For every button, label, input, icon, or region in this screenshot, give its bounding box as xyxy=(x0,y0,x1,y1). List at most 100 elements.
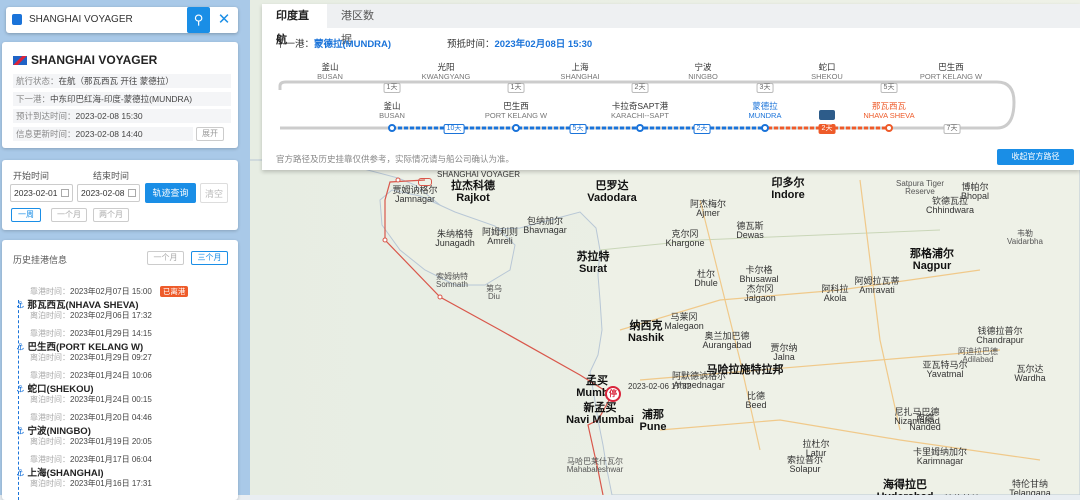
map-place-label: 阿姆利则 Amreli xyxy=(481,227,519,247)
arrive-time: 靠港时间：2023年01月29日 14:15 xyxy=(30,329,152,338)
route-days-badge: 1天 xyxy=(507,83,525,93)
route-bottom-port: 巴生西 PORT KELANG W xyxy=(484,101,548,121)
ship-position-icon xyxy=(819,110,835,120)
map-place-label: 比德 Beed xyxy=(745,391,767,411)
ship-info-card: SHANGHAI VOYAGER 航行状态：在航（那瓦西瓦 开往 蒙德拉） 下一… xyxy=(2,42,238,148)
map-place-label: 阿杰梅尔 Ajmer xyxy=(689,199,727,219)
route-bottom-port: 卡拉奇SAPT港 KARACHI--SAPT xyxy=(611,101,669,121)
map-place-label: 索姆纳特 Somnath xyxy=(435,272,469,290)
route-top-port: 巴生西 PORT KELANG W xyxy=(919,62,983,82)
map-place-label: Satpura Tiger Reserve xyxy=(895,179,945,197)
map-place-label: 朱纳格特 Junagadh xyxy=(435,229,475,249)
map-place-label: 杰尔冈 Jalgaon xyxy=(744,284,776,304)
history-port-name: ⚓ 蛇口(SHEKOU) xyxy=(16,384,94,395)
depart-time: 离泊时间：2023年01月24日 00:15 xyxy=(30,395,152,404)
route-days-badge: 2天 xyxy=(631,83,649,93)
ship-map-icon[interactable] xyxy=(418,178,432,186)
tab-port-data[interactable]: 港区数据 xyxy=(327,4,392,46)
map-place-label: 卡尔格 Bhusawal xyxy=(739,265,779,285)
map-place-label: 浦那 Pune xyxy=(639,409,667,433)
map-place-label: 韦勒 Vaidarbha xyxy=(1007,229,1043,247)
calendar-icon xyxy=(61,189,69,197)
route-footnote: 官方路径及历史挂靠仅供参考，实际情况请与船公司确认为准。 xyxy=(276,154,515,164)
map-place-label: 包纳加尔 Bhavnagar xyxy=(523,216,567,236)
ship-name: SHANGHAI VOYAGER xyxy=(31,53,158,67)
route-top-port: 宁波 NINGBO xyxy=(688,62,718,82)
collect-official-route-button[interactable]: 收起官方路径 xyxy=(997,149,1074,165)
arrive-time: 靠港时间：2023年01月24日 10:06 xyxy=(30,371,152,380)
arrive-time: 靠港时间：2023年01月20日 04:46 xyxy=(30,413,152,422)
history-list-item[interactable]: 靠港时间：2023年01月20日 04:46 ⚓ 宁波(NINGBO) 离泊时间：20… xyxy=(13,412,233,447)
map-place-label: 钦德瓦拉 Chhindwara xyxy=(925,196,975,216)
map-place-label: 马哈拉施特拉邦 xyxy=(706,364,784,376)
route-panel: 印度直航 港区数据 下一港：蒙德拉(MUNDRA) 预抵时间：2023年02月0… xyxy=(262,4,1080,170)
history-range-month-button[interactable]: 一个月 xyxy=(147,251,184,265)
route-days-badge: 1天 xyxy=(383,83,401,93)
route-port-dot[interactable] xyxy=(636,124,644,132)
next-port-row: 下一港：中东印巴红海-印度-蒙德拉(MUNDRA) xyxy=(13,92,231,106)
map-place-label: 贾姆讷格尔 Jamnagar xyxy=(392,185,438,205)
history-list-item[interactable]: 靠港时间：2023年01月29日 14:15 ⚓ 巴生西(PORT KELANG W… xyxy=(13,328,233,363)
route-top-port: 釜山 BUSAN xyxy=(317,62,343,82)
route-port-dot[interactable] xyxy=(388,124,396,132)
map-place-label: 德瓦斯 Dewas xyxy=(736,221,764,241)
start-time-label: 开始时间 xyxy=(13,171,50,181)
history-port-name: ⚓ 上海(SHANGHAI) xyxy=(16,468,104,479)
map-place-label: 马哈巴莱什瓦尔 Mahabaleshwar xyxy=(566,457,624,475)
route-top-port: 蛇口 SHEKOU xyxy=(811,62,843,82)
map-place-label: 特伦甘纳 Telangana xyxy=(1009,479,1051,495)
route-bottom-port: 那瓦西瓦 NHAVA SHEVA xyxy=(863,101,915,121)
depart-time: 离泊时间：2023年02月06日 17:32 xyxy=(30,311,152,320)
map-place-label: 第乌 Diu xyxy=(486,284,502,302)
search-input[interactable]: SHANGHAI VOYAGER xyxy=(29,14,133,25)
map-place-label: 新孟买 Navi Mumbai xyxy=(566,402,634,426)
close-icon: ✕ xyxy=(217,11,231,28)
route-days-badge: 3天 xyxy=(756,83,774,93)
clear-button[interactable]: 清空 xyxy=(200,183,228,203)
history-range-three-month-button[interactable]: 三个月 xyxy=(191,251,228,265)
eta-row: 预计到达时间：2023-02-08 15:30 xyxy=(13,109,231,123)
route-days-badge: 5天 xyxy=(880,83,898,93)
track-query-button[interactable]: 轨迹查询 xyxy=(145,183,196,203)
map-place-label: 阿科拉 Akola xyxy=(821,284,849,304)
history-list-item[interactable]: 靠港时间：2023年02月07日 15:00 已离港 ⚓ 那瓦西瓦(NHAVA SHE… xyxy=(13,286,233,321)
depart-time: 离泊时间：2023年01月16日 17:31 xyxy=(30,479,152,488)
range-month-button[interactable]: 一个月 xyxy=(51,208,87,222)
updated-row: 信息更新时间：2023-02-08 14:40 xyxy=(13,127,193,141)
ship-stop-marker[interactable]: 停 xyxy=(605,386,621,402)
route-next-port: 下一港：蒙德拉(MUNDRA) xyxy=(276,39,392,50)
close-button[interactable]: ✕ xyxy=(212,7,236,33)
map-place-label: 贾尔纳 Jalna xyxy=(770,343,798,363)
start-date-input[interactable]: 2023-02-01 xyxy=(10,184,73,202)
route-days-badge: 10天 xyxy=(443,124,465,134)
map-place-label: 巴罗达 Vadodara xyxy=(587,180,637,204)
map-place-label: 苏拉特 Surat xyxy=(576,251,610,275)
range-week-button[interactable]: 一周 xyxy=(11,208,41,222)
route-port-dot[interactable] xyxy=(885,124,893,132)
history-list-item[interactable]: 靠港时间：2023年01月17日 06:04 ⚓ 上海(SHANGHAI) 离泊时间：… xyxy=(13,454,233,489)
search-icon: ⚲ xyxy=(193,12,204,27)
search-button[interactable]: ⚲ xyxy=(187,7,210,33)
route-port-dot[interactable] xyxy=(512,124,520,132)
history-title: 历史挂港信息 xyxy=(13,255,68,265)
expand-button[interactable]: 展开 xyxy=(196,127,224,141)
flag-icon xyxy=(13,56,27,65)
ship-stop-time: 2023-02-06 17:32 xyxy=(628,382,692,391)
map-place-label: 杜尔 Dhule xyxy=(694,269,718,289)
tab-india-direct[interactable]: 印度直航 xyxy=(262,4,327,46)
end-date-input[interactable]: 2023-02-08 xyxy=(77,184,140,202)
map-place-label: 拉杰科德 Rajkot xyxy=(451,180,495,204)
route-port-dot[interactable] xyxy=(761,124,769,132)
map-place-label: 阿迪拉巴德 Adilabad xyxy=(958,347,998,365)
history-list-item[interactable]: 靠港时间：2023年01月24日 10:06 ⚓ 蛇口(SHEKOU) 离泊时间：20… xyxy=(13,370,233,405)
calendar-icon xyxy=(128,189,136,197)
map-place-label: 克尔冈 Khargone xyxy=(665,229,705,249)
range-two-month-button[interactable]: 两个月 xyxy=(93,208,129,222)
departed-badge: 已离港 xyxy=(159,286,189,297)
end-time-label: 结束时间 xyxy=(93,171,130,181)
route-bottom-port: 蒙德拉 MUNDRA xyxy=(748,101,782,121)
route-days-badge: 2天 xyxy=(693,124,711,134)
map-place-label: 钱德拉普尔 Chandrapur xyxy=(976,326,1024,346)
history-timeline xyxy=(18,300,19,500)
map-place-label: 马莱冈 Malegaon xyxy=(664,312,704,332)
